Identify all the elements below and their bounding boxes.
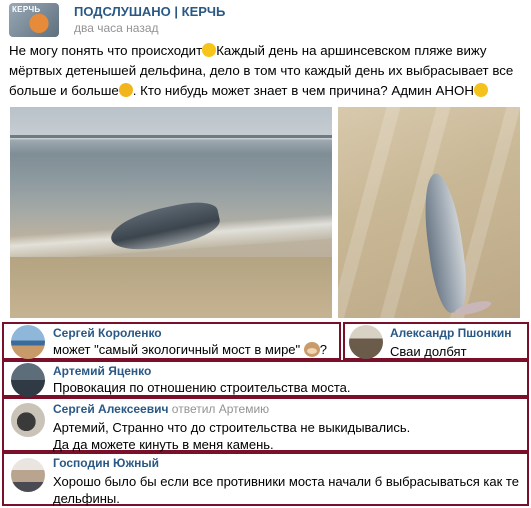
comment-text-line: дельфины. (53, 491, 120, 506)
comment: Александр Пшонкин Сваи долбят (343, 322, 529, 360)
comment-text-line: Артемий, Странно что до строительства не… (53, 420, 411, 435)
comment-text: Провокация по отношению строительства мо… (53, 380, 351, 395)
comment-text: может "самый экологичный мост в мире" ? (53, 341, 327, 358)
avatar[interactable] (11, 403, 45, 437)
avatar[interactable] (11, 363, 45, 397)
comment-author-name[interactable]: Сергей Алексеевич (53, 402, 168, 416)
comment-text-part: ? (319, 342, 328, 357)
comments-section: Сергей Короленко может "самый экологичны… (0, 318, 531, 508)
comment: Артемий Яценко Провокация по отношению с… (2, 360, 529, 397)
reply-to-link[interactable]: ответил Артемию (172, 402, 269, 416)
comment-text-line: Хорошо было бы если все противники моста… (53, 474, 519, 489)
comment-text: Сваи долбят (390, 344, 467, 359)
avatar[interactable] (349, 325, 383, 359)
crying-face-emoji-icon (118, 83, 133, 97)
comment-text: Артемий, Странно что до строительства не… (53, 419, 410, 453)
post-timestamp[interactable]: два часа назад (74, 21, 159, 35)
comment: Сергей Алексеевич ответил Артемию Артеми… (2, 397, 529, 452)
comment-author-link[interactable]: Господин Южный (53, 456, 159, 470)
avatar[interactable] (11, 458, 45, 492)
comment-author-link: Сергей Алексеевич ответил Артемию (53, 402, 269, 416)
photo-sand (10, 257, 332, 320)
post-text-part: Не могу понять что происходит (9, 43, 203, 58)
comment-text: Хорошо было бы если все противники моста… (53, 473, 519, 507)
group-avatar-logo-text: КЕРЧЬ (12, 5, 41, 14)
avatar[interactable] (11, 325, 45, 359)
photo-horizon (10, 135, 332, 138)
see-no-evil-monkey-emoji-icon (303, 342, 320, 357)
post-photo-2[interactable] (338, 107, 520, 320)
post-photo-1[interactable] (10, 107, 332, 320)
dolphin-shape (418, 171, 472, 315)
comment: Господин Южный Хорошо было бы если все п… (2, 452, 529, 506)
comment-author-link[interactable]: Артемий Яценко (53, 364, 151, 378)
comment-text-part: может "самый экологичный мост в мире" (53, 342, 301, 357)
comment: Сергей Короленко может "самый экологичны… (2, 322, 341, 360)
confused-face-emoji-icon (202, 43, 217, 57)
group-avatar[interactable]: КЕРЧЬ (9, 3, 59, 37)
comment-author-link[interactable]: Сергей Короленко (53, 326, 162, 340)
post-text-part: . Кто нибудь может знает в чем причина? … (132, 83, 474, 98)
comment-text-line: Да да можете кинуть в меня камень. (53, 437, 274, 452)
group-name-link[interactable]: ПОДСЛУШАНО | КЕРЧЬ (74, 4, 225, 19)
post-text: Не могу понять что происходит Каждый день… (9, 41, 525, 101)
post: КЕРЧЬ ПОДСЛУШАНО | КЕРЧЬ два часа назад … (0, 0, 531, 320)
comment-author-link[interactable]: Александр Пшонкин (390, 326, 512, 340)
dizzy-face-emoji-icon (473, 83, 488, 97)
